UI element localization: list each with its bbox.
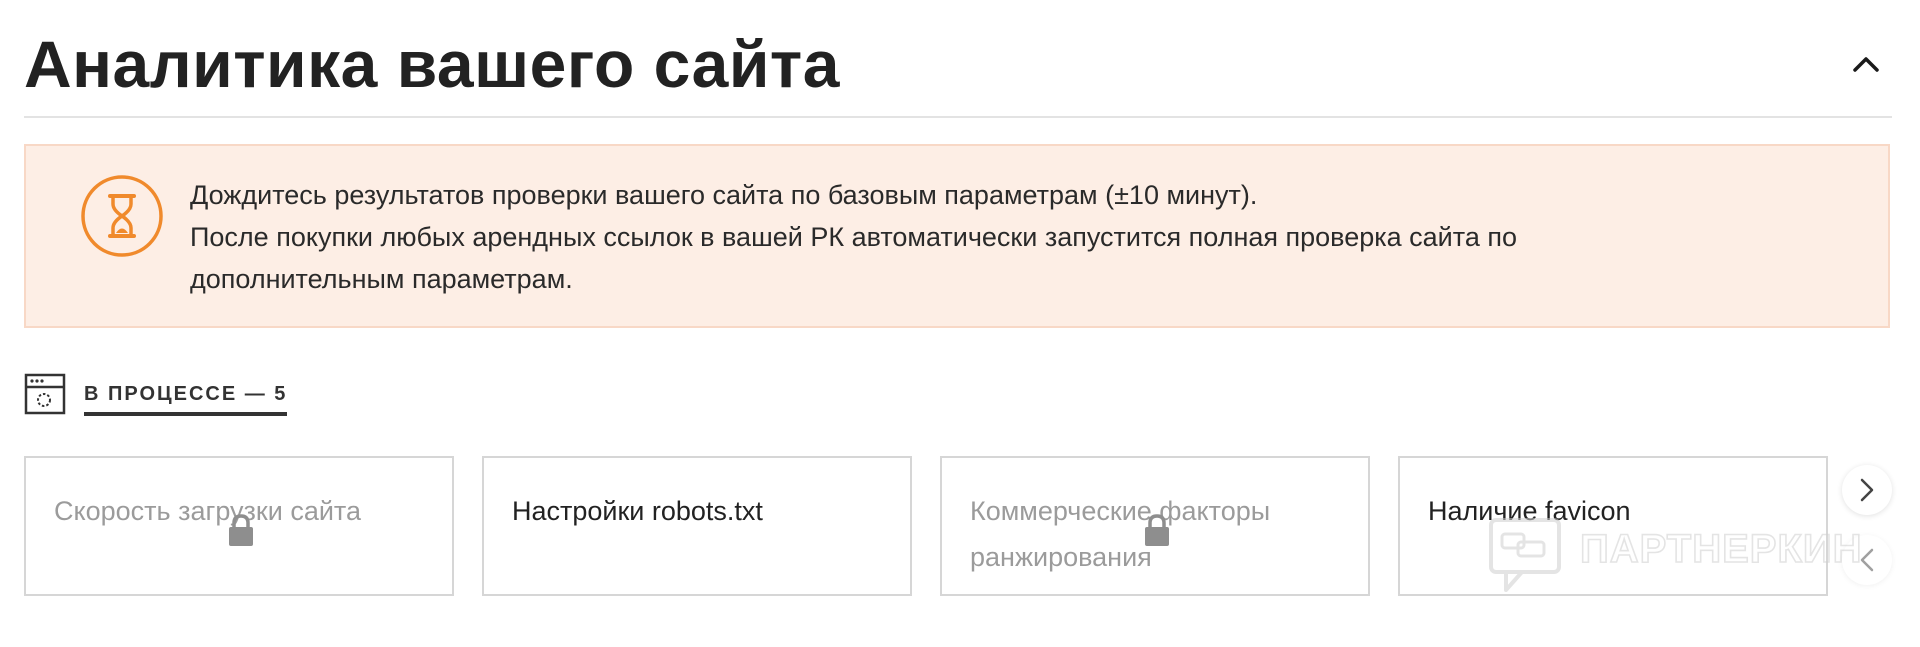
- chevron-right-icon: [1860, 478, 1874, 502]
- carousel-next-button[interactable]: [1842, 465, 1892, 515]
- card-title: Наличие favicon: [1428, 496, 1631, 526]
- check-card-commercial-factors[interactable]: Коммерческие факторы ранжирования: [940, 456, 1370, 596]
- check-card-robots[interactable]: Настройки robots.txt: [482, 456, 912, 596]
- carousel-prev-button[interactable]: [1842, 535, 1892, 585]
- notice-line: дополнительным параметрам.: [190, 264, 573, 294]
- chevron-up-icon: [1853, 57, 1879, 72]
- hourglass-icon: [81, 175, 163, 257]
- collapse-button[interactable]: [1840, 38, 1892, 90]
- lock-icon: [1145, 514, 1169, 546]
- notice-text: Дождитесь результатов проверки вашего са…: [190, 174, 1850, 300]
- tab-label: В ПРОЦЕССЕ — 5: [84, 383, 288, 416]
- section-header: Аналитика вашего сайта: [24, 0, 1892, 118]
- tab-in-progress[interactable]: В ПРОЦЕССЕ — 5: [24, 372, 288, 416]
- card-title: Настройки robots.txt: [512, 496, 763, 526]
- chevron-left-icon: [1860, 548, 1874, 572]
- check-card-page-speed[interactable]: Скорость загрузки сайта: [24, 456, 454, 596]
- notice-line: Дождитесь результатов проверки вашего са…: [190, 180, 1258, 210]
- info-notice: Дождитесь результатов проверки вашего са…: [24, 144, 1890, 328]
- page-title: Аналитика вашего сайта: [24, 27, 840, 101]
- lock-icon: [229, 514, 253, 546]
- notice-line: После покупки любых арендных ссылок в ва…: [190, 222, 1517, 252]
- check-card-favicon[interactable]: Наличие favicon: [1398, 456, 1828, 596]
- analytics-page: Аналитика вашего сайта Дождитесь результ…: [0, 0, 1920, 647]
- browser-loading-icon: [24, 373, 66, 415]
